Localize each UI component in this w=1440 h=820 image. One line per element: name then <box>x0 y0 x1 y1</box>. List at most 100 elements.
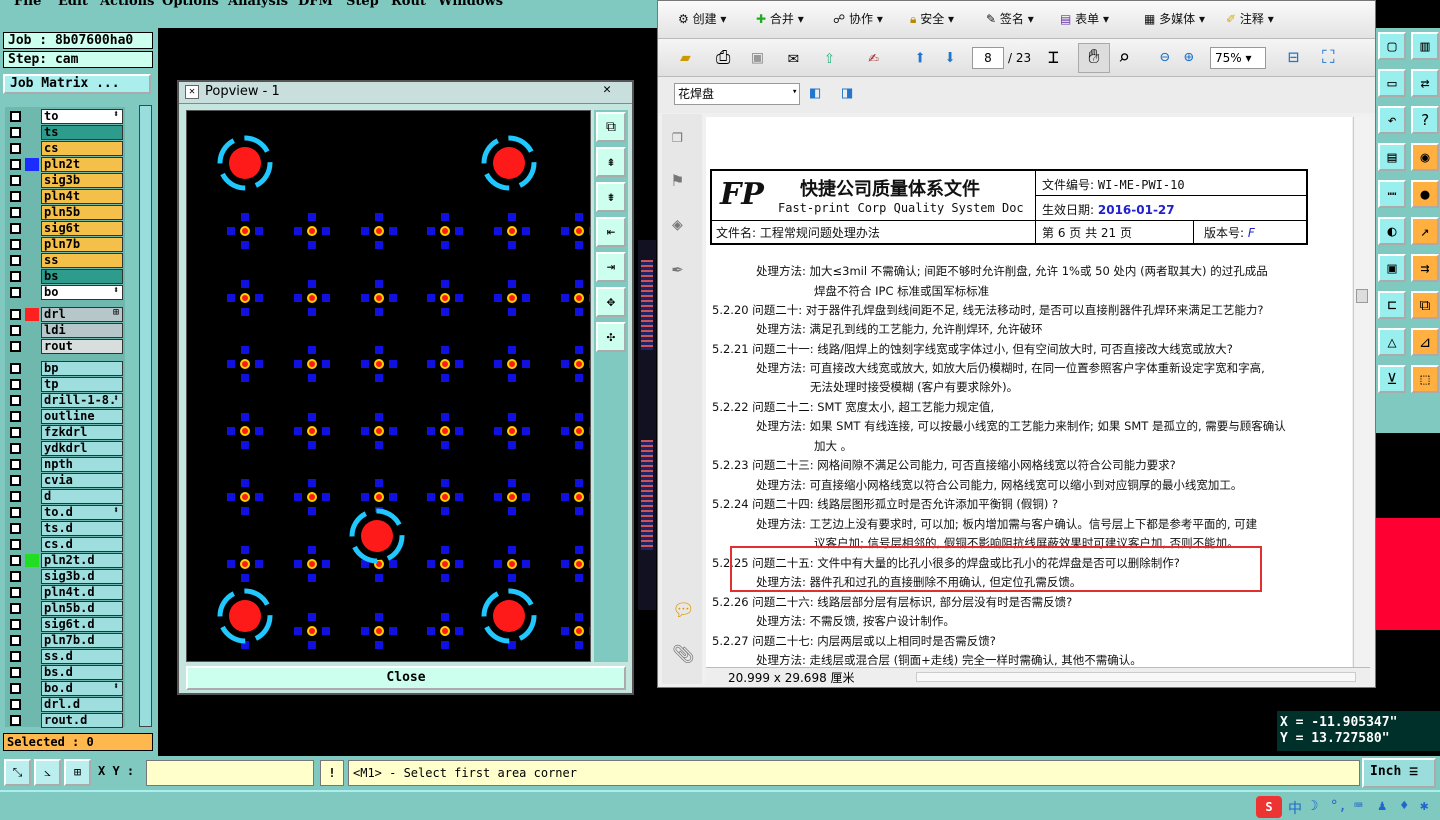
layer-row[interactable]: pln4t.d <box>5 585 125 600</box>
layer-row[interactable]: ss <box>5 253 125 268</box>
layer-checkbox[interactable] <box>10 443 21 454</box>
create-menu[interactable]: ⚙ 创建 ▾ <box>678 10 726 27</box>
layer-name[interactable]: ldi <box>41 323 123 338</box>
ime-language-icon[interactable]: 中 <box>1288 798 1302 818</box>
layer-name[interactable]: rout <box>41 339 123 354</box>
upload-icon[interactable]: ⇧ <box>824 47 835 68</box>
layer-name[interactable]: bo.d <box>41 681 123 696</box>
layer-checkbox[interactable] <box>10 683 21 694</box>
tools-icon[interactable]: ✱ <box>1420 798 1428 814</box>
page-number-input[interactable]: 8 <box>972 47 1004 69</box>
layer-name[interactable]: pln7b.d <box>41 633 123 648</box>
ime-logo-icon[interactable]: S <box>1256 796 1282 818</box>
layer-checkbox[interactable] <box>10 175 21 186</box>
layer-row[interactable]: sig6t <box>5 221 125 236</box>
ime-moon-icon[interactable]: ☽ <box>1310 798 1318 814</box>
zoom-out-icon[interactable]: ✣ <box>596 322 626 352</box>
layer-checkbox[interactable] <box>10 207 21 218</box>
layer-row[interactable]: npth <box>5 457 125 472</box>
bookmark-icon[interactable]: ⚑ <box>672 170 683 191</box>
layer-name[interactable]: sig3b <box>41 173 123 188</box>
layer-checkbox[interactable] <box>10 127 21 138</box>
triangle-icon[interactable]: △ <box>1378 328 1406 356</box>
zoom-in-icon[interactable]: ✥ <box>596 287 626 317</box>
layer-row[interactable]: pln4t <box>5 189 125 204</box>
layer-checkbox[interactable] <box>10 427 21 438</box>
fit-page-icon[interactable]: ⊟ <box>1288 47 1299 68</box>
layer-name[interactable]: npth <box>41 457 123 472</box>
menu-windows[interactable]: Windows <box>438 0 503 9</box>
ruler-icon[interactable]: ┉ <box>1378 180 1406 208</box>
layer-name[interactable]: ts.d <box>41 521 123 536</box>
layer-row[interactable]: pln5b.d <box>5 601 125 616</box>
comments-icon[interactable]: 💬︎ <box>672 600 695 621</box>
layer-row[interactable]: ts <box>5 125 125 140</box>
layer-row[interactable]: pln2t.d <box>5 553 125 568</box>
layer-row[interactable]: cvia <box>5 473 125 488</box>
sign-doc-icon[interactable]: ✍ <box>868 47 879 68</box>
layer-checkbox[interactable] <box>10 635 21 646</box>
layer-row[interactable]: ldi <box>5 323 125 338</box>
layer-checkbox[interactable] <box>10 459 21 470</box>
layer-checkbox[interactable] <box>10 523 21 534</box>
layer-row[interactable]: cs.d <box>5 537 125 552</box>
rect-icon[interactable]: ▣ <box>1378 254 1406 282</box>
layer-name[interactable]: fzkdrl <box>41 425 123 440</box>
layer-row[interactable]: sig6t.d <box>5 617 125 632</box>
find-next-icon[interactable]: ◨ <box>842 83 852 103</box>
help-icon[interactable]: ? <box>1411 106 1439 134</box>
pdf-vertical-scrollbar[interactable] <box>1353 117 1370 667</box>
layer-name[interactable]: sig6t.d <box>41 617 123 632</box>
zoom-in-icon[interactable]: ⊕ <box>1184 47 1194 66</box>
arrow-icon[interactable]: ↗ <box>1411 217 1439 245</box>
layer-checkbox[interactable] <box>10 287 21 298</box>
split-icon[interactable]: ⇉ <box>1411 254 1439 282</box>
layer-checkbox[interactable] <box>10 255 21 266</box>
cursor-icon[interactable]: ▢ <box>1378 32 1406 60</box>
layer-name[interactable]: sig6t <box>41 221 123 236</box>
layer-checkbox[interactable] <box>10 395 21 406</box>
layer-checkbox[interactable] <box>10 111 21 122</box>
layer-row[interactable]: sig3b.d <box>5 569 125 584</box>
select-tool-icon[interactable]: ⌶ <box>1048 47 1059 68</box>
popview-canvas[interactable] <box>186 110 591 662</box>
zoom-tool-icon[interactable]: ⌕ <box>1118 45 1130 69</box>
layer-name[interactable]: ss <box>41 253 123 268</box>
hand-tool-icon[interactable]: ✋︎ <box>1078 43 1110 73</box>
layer-row[interactable]: ss.d <box>5 649 125 664</box>
layer-row[interactable]: bs.d <box>5 665 125 680</box>
layer-name[interactable]: to <box>41 109 123 124</box>
comment-menu[interactable]: ✐ 注释 ▾ <box>1226 10 1274 27</box>
layer-checkbox[interactable] <box>10 271 21 282</box>
layer-name[interactable]: pln2t <box>41 157 123 172</box>
layer-row[interactable]: sig3b <box>5 173 125 188</box>
rotate-icon[interactable]: ◐ <box>1378 217 1406 245</box>
popview-close-button[interactable]: Close <box>186 666 626 690</box>
menu-options[interactable]: Options <box>162 0 219 9</box>
security-menu[interactable]: 🔒︎ 安全 ▾ <box>910 10 954 27</box>
layer-row[interactable]: rout.d <box>5 713 125 728</box>
layer-name[interactable]: tp <box>41 377 123 392</box>
layer-checkbox[interactable] <box>10 667 21 678</box>
forms-menu[interactable]: ▤ 表单 ▾ <box>1060 10 1109 27</box>
layer-row[interactable]: drill-1-8. ⬍ <box>5 393 125 408</box>
pan-left-icon[interactable]: ⇤ <box>596 217 626 247</box>
circle-icon[interactable]: ● <box>1411 180 1439 208</box>
layer-row[interactable]: cs <box>5 141 125 156</box>
sign-menu[interactable]: ✎ 签名 ▾ <box>986 10 1034 27</box>
layer-row[interactable]: tp <box>5 377 125 392</box>
layer-name[interactable]: cvia <box>41 473 123 488</box>
measure-icon[interactable]: ⦣ <box>34 759 61 786</box>
close-icon[interactable]: ✕ <box>587 82 627 100</box>
grid-icon[interactable]: ⊞ <box>64 759 91 786</box>
pad-icon[interactable]: ◉ <box>1411 143 1439 171</box>
layer-checkbox[interactable] <box>10 571 21 582</box>
find-previous-icon[interactable]: ◧ <box>810 83 820 103</box>
layer-checkbox[interactable] <box>10 619 21 630</box>
layer-name[interactable]: drill-1-8. <box>41 393 123 408</box>
combine-menu[interactable]: ✚ 合并 ▾ <box>756 10 804 27</box>
select-icon[interactable]: ⊏ <box>1378 291 1406 319</box>
layer-checkbox[interactable] <box>10 363 21 374</box>
layer-checkbox[interactable] <box>10 603 21 614</box>
search-input[interactable]: 花焊盘 <box>674 83 800 105</box>
